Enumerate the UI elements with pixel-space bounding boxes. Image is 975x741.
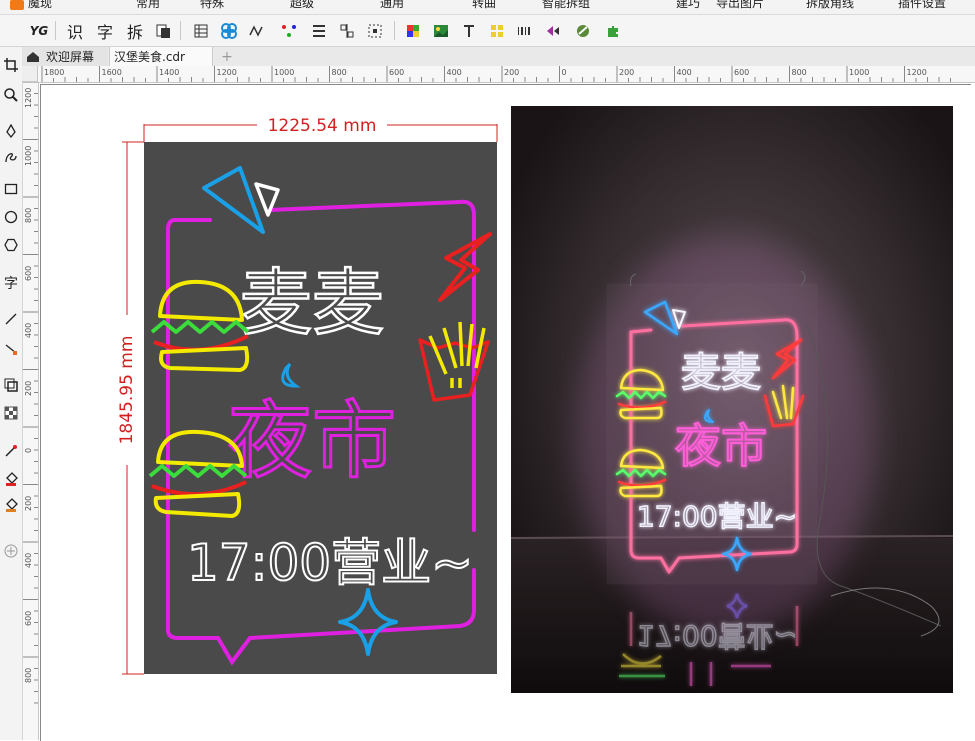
- ruler-tick-label: 800: [24, 667, 33, 683]
- ruler-tick-label: 400: [24, 552, 33, 568]
- menu-item[interactable]: 魔现: [28, 0, 52, 11]
- photo-title-line-1: 麦麦: [681, 350, 761, 396]
- menu-item[interactable]: 拆版角线: [806, 0, 854, 11]
- text-tool-icon[interactable]: 字: [0, 271, 22, 295]
- app-logo-icon: [10, 0, 24, 10]
- document-tab-bar: 欢迎屏幕 汉堡美食.cdr +: [22, 47, 975, 67]
- tab-label: 汉堡美食.cdr: [114, 50, 185, 64]
- ruler-tick-label: 800: [791, 68, 807, 77]
- neon-sign-artwork[interactable]: 1225.54 mm 1845.95 mm 麦麦 夜市 17:00营业~: [100, 110, 510, 690]
- ruler-tick-label: 1800: [44, 68, 65, 77]
- ruler-tick-label: 800: [331, 68, 347, 77]
- ruler-tick-label: 1200: [906, 68, 927, 77]
- distribute-icon[interactable]: [336, 19, 358, 42]
- crop-tool-icon[interactable]: [0, 53, 22, 77]
- connector-tool-icon[interactable]: [0, 337, 22, 361]
- menu-item[interactable]: 超级: [290, 0, 314, 11]
- ruler-tick-label: 800: [24, 207, 33, 223]
- title-line-2: 夜市: [228, 392, 396, 490]
- photo-hours-text: 17:00营业~: [637, 500, 797, 533]
- menu-item[interactable]: 建巧: [676, 0, 700, 11]
- transparency-tool-icon[interactable]: [0, 401, 22, 425]
- menu-bar: 魔现 常用 特殊 超级 通用 转曲 智能拆组 建巧 导出图片 拆版角线 插件设置: [0, 0, 975, 15]
- ruler-tick-label: 400: [676, 68, 692, 77]
- tab-document[interactable]: 汉堡美食.cdr: [109, 47, 213, 66]
- image-icon[interactable]: [430, 19, 452, 42]
- ruler-tick-label: 200: [24, 495, 33, 511]
- polygon-tool-icon[interactable]: [0, 233, 22, 257]
- ruler-tick-label: 1200: [216, 68, 237, 77]
- home-icon: [27, 51, 39, 62]
- menu-item[interactable]: 特殊: [200, 0, 224, 11]
- recognize-button[interactable]: 识: [64, 19, 86, 42]
- photo-title-line-2: 夜市: [675, 419, 767, 473]
- photo-reflection-text: 17:00营业~: [637, 619, 797, 652]
- smart-fill-tool-icon[interactable]: [0, 493, 22, 517]
- tab-label: 欢迎屏幕: [46, 50, 95, 64]
- ruler-tick-label: 600: [734, 68, 750, 77]
- ruler-tick-label: 1000: [274, 68, 295, 77]
- reference-photo[interactable]: 麦麦 夜市 17:00营业~ 17:00营业~: [511, 106, 953, 693]
- height-dimension-label: 1845.95 mm: [117, 336, 137, 445]
- color-icon[interactable]: [402, 19, 424, 42]
- plugin-toolbar: YG 识 字 拆: [0, 15, 975, 47]
- ruler-tick-label: 0: [561, 68, 567, 77]
- horizontal-ruler[interactable]: 1800 1600 1400 1200 1000 800 600 400 200 0 200 400 6…: [38, 66, 975, 83]
- zoom-tool-icon[interactable]: [0, 83, 22, 107]
- select-icon[interactable]: [364, 19, 386, 42]
- grid-icon[interactable]: [486, 19, 508, 42]
- ruler-tick-label: 400: [446, 68, 462, 77]
- sphere-icon[interactable]: [572, 19, 594, 42]
- ruler-origin[interactable]: [22, 66, 38, 82]
- split-button[interactable]: 拆: [124, 19, 146, 42]
- fill-tool-icon[interactable]: [0, 467, 22, 491]
- menu-item[interactable]: 常用: [136, 0, 160, 11]
- ruler-tick-label: 600: [389, 68, 405, 77]
- line-tool-icon[interactable]: [0, 307, 22, 331]
- ruler-tick-label: 1600: [101, 68, 122, 77]
- ruler-tick-label: 200: [24, 380, 33, 396]
- eyedropper-tool-icon[interactable]: [0, 439, 22, 463]
- table-icon[interactable]: [190, 19, 212, 42]
- menu-item[interactable]: 智能拆组: [542, 0, 590, 11]
- ruler-tick-label: 600: [24, 610, 33, 626]
- hours-text: 17:00营业~: [187, 534, 473, 592]
- ruler-tick-label: 1000: [24, 145, 33, 166]
- new-tab-icon[interactable]: +: [218, 47, 236, 66]
- font-button[interactable]: 字: [94, 19, 116, 42]
- menu-item[interactable]: 导出图片: [716, 0, 764, 11]
- toolbox: 字: [0, 47, 23, 740]
- width-dimension-label: 1225.54 mm: [268, 116, 377, 136]
- puzzle-icon[interactable]: [602, 19, 624, 42]
- menu-item[interactable]: 插件设置: [898, 0, 946, 11]
- tab-welcome[interactable]: 欢迎屏幕: [22, 47, 108, 66]
- vertical-ruler[interactable]: 1200 1000 800 600 400 200 0 200 400 600 800: [23, 82, 39, 740]
- freehand-tool-icon[interactable]: [0, 145, 22, 169]
- shadow-tool-icon[interactable]: [0, 373, 22, 397]
- ruler-tick-label: 0: [24, 447, 33, 453]
- rectangle-tool-icon[interactable]: [0, 177, 22, 201]
- ruler-tick-label: 1200: [24, 87, 33, 108]
- ruler-tick-label: 200: [504, 68, 520, 77]
- copy-icon[interactable]: [152, 19, 174, 42]
- add-tool-icon[interactable]: [0, 539, 22, 563]
- yg-logo-button[interactable]: YG: [28, 19, 50, 42]
- pen-tool-icon[interactable]: [0, 119, 22, 143]
- ellipse-tool-icon[interactable]: [0, 205, 22, 229]
- ruler-tick-label: 200: [619, 68, 635, 77]
- ruler-tick-label: 400: [24, 322, 33, 338]
- barcode-icon[interactable]: [514, 19, 536, 42]
- transform-icon[interactable]: [542, 19, 564, 42]
- nodes-icon[interactable]: [278, 19, 300, 42]
- curve-icon[interactable]: [246, 19, 268, 42]
- pattern-icon[interactable]: [218, 19, 240, 42]
- ruler-tick-label: 1400: [159, 68, 180, 77]
- ruler-tick-label: 1000: [849, 68, 870, 77]
- align-icon[interactable]: [308, 19, 330, 42]
- text-frame-icon[interactable]: [458, 19, 480, 42]
- menu-item[interactable]: 转曲: [472, 0, 496, 11]
- menu-item[interactable]: 通用: [380, 0, 404, 11]
- ruler-tick-label: 600: [24, 265, 33, 281]
- title-line-1: 麦麦: [240, 261, 384, 345]
